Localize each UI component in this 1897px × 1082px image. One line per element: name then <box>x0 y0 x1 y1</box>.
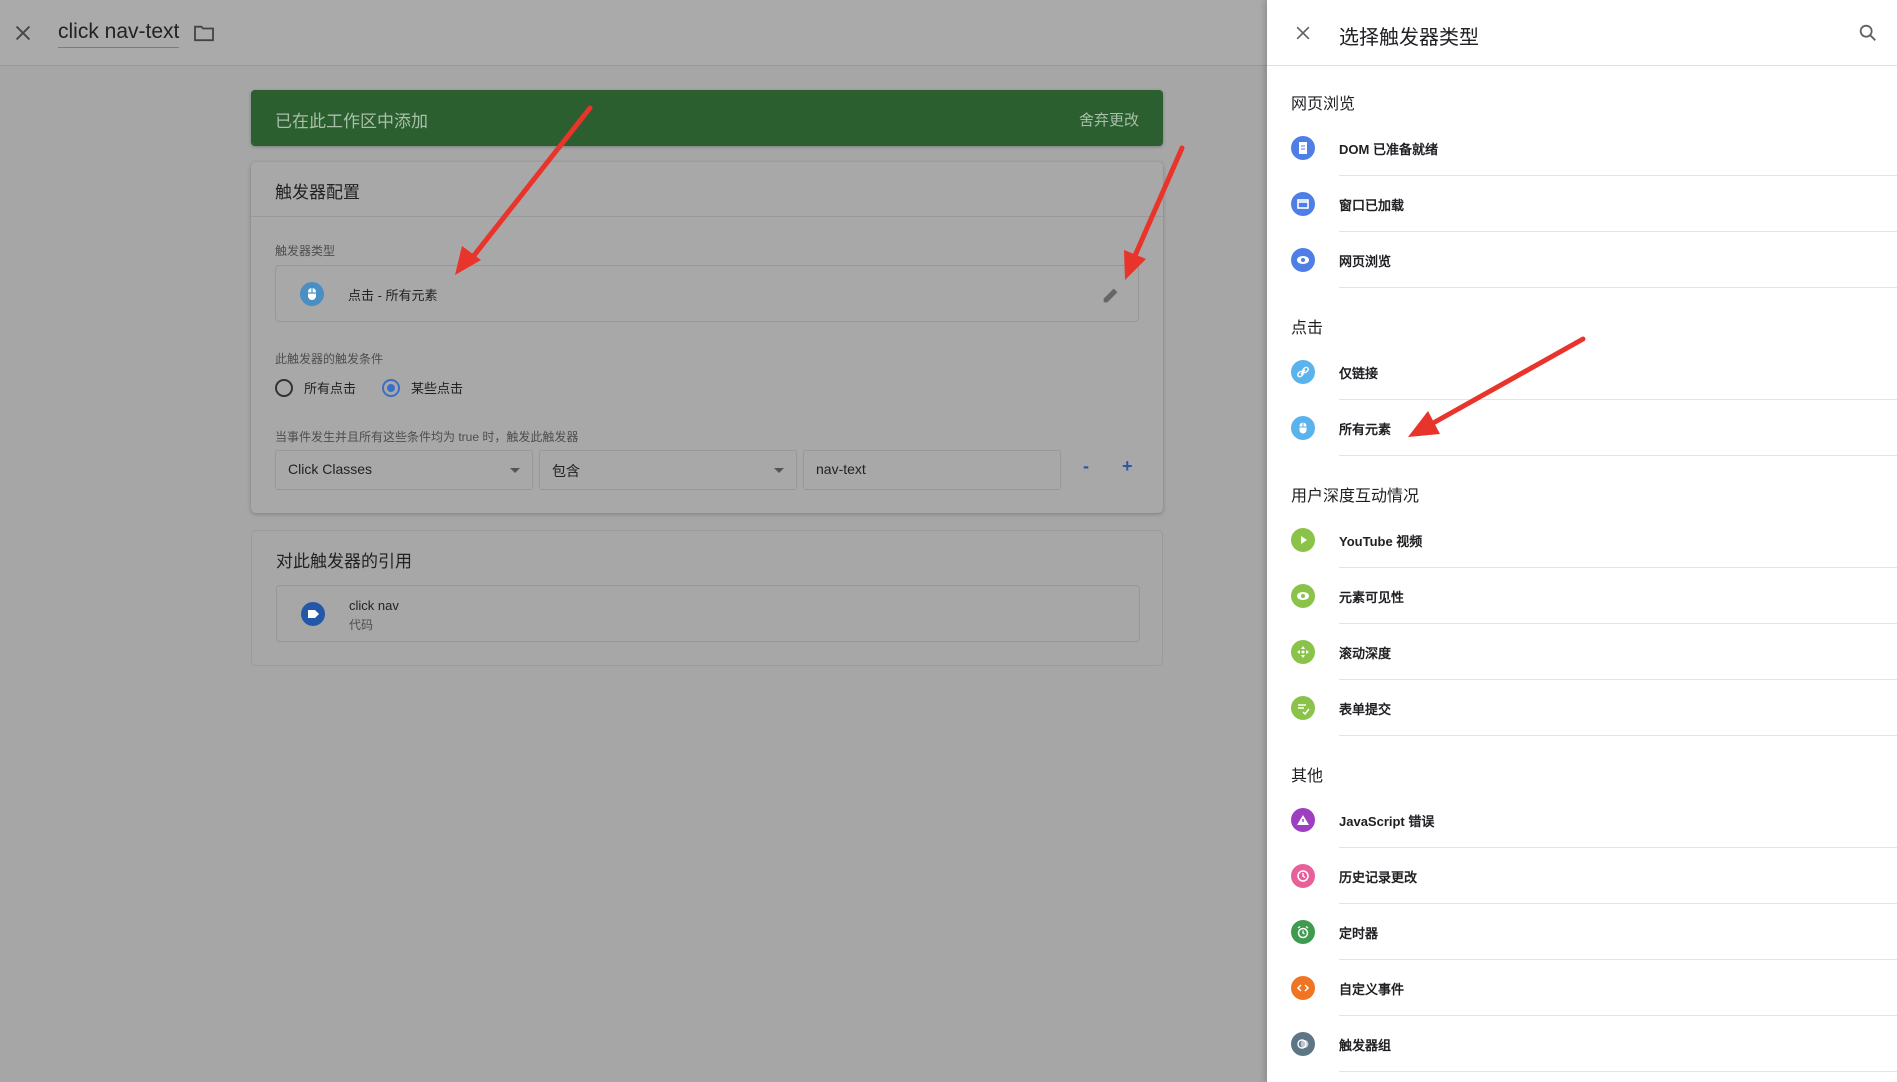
play-icon <box>1291 528 1315 552</box>
dropdown-caret-icon <box>774 468 784 473</box>
eye-icon <box>1291 248 1315 272</box>
trigger-type-timer[interactable]: 定时器 <box>1267 904 1897 960</box>
panel-title: 选择触发器类型 <box>1339 27 1479 49</box>
mouse-icon <box>300 282 324 306</box>
condition-operator-value: 包含 <box>552 463 580 479</box>
warning-icon <box>1291 808 1315 832</box>
item-label: 网页浏览 <box>1339 254 1392 269</box>
folder-icon[interactable] <box>193 24 215 42</box>
trigger-references-card: 对此触发器的引用 click nav 代码 <box>251 530 1163 666</box>
fires-on-radio-group: 所有点击 某些点击 <box>275 378 489 397</box>
window-icon <box>1291 192 1315 216</box>
trigger-config-card: 触发器配置 触发器类型 点击 - 所有元素 此触发器的触发条件 所有点击 某些点… <box>251 162 1163 513</box>
reference-row[interactable]: click nav 代码 <box>276 585 1140 642</box>
group-icon <box>1291 1032 1315 1056</box>
divider <box>251 216 1163 217</box>
timer-icon <box>1291 920 1315 944</box>
document-icon <box>1291 136 1315 160</box>
fires-on-label: 此触发器的触发条件 <box>275 352 384 366</box>
trigger-type-trigger-group[interactable]: 触发器组 <box>1267 1016 1897 1072</box>
divider <box>1339 1071 1897 1072</box>
tag-icon <box>301 602 325 626</box>
trigger-type-dom-ready[interactable]: DOM 已准备就绪 <box>1267 120 1897 176</box>
item-label: 所有元素 <box>1339 422 1392 437</box>
item-label: JavaScript 错误 <box>1339 814 1435 829</box>
condition-label: 当事件发生并且所有这些条件均为 true 时，触发此触发器 <box>275 430 579 444</box>
section-title-pageview: 网页浏览 <box>1291 96 1356 113</box>
item-label: 自定义事件 <box>1339 982 1405 997</box>
search-icon[interactable] <box>1857 22 1879 44</box>
workspace-banner: 已在此工作区中添加 舍弃更改 <box>251 90 1163 146</box>
item-label: 元素可见性 <box>1339 590 1405 605</box>
trigger-type-window-loaded[interactable]: 窗口已加载 <box>1267 176 1897 232</box>
item-label: 滚动深度 <box>1339 646 1392 661</box>
radio-all-clicks-label: 所有点击 <box>304 381 357 396</box>
move-icon <box>1291 640 1315 664</box>
banner-message: 已在此工作区中添加 <box>275 112 428 131</box>
link-icon <box>1291 360 1315 384</box>
references-heading: 对此触发器的引用 <box>276 552 412 571</box>
dropdown-caret-icon <box>510 468 520 473</box>
item-label: 定时器 <box>1339 926 1379 941</box>
trigger-type-just-links[interactable]: 仅链接 <box>1267 344 1897 400</box>
code-icon <box>1291 976 1315 1000</box>
item-label: 窗口已加载 <box>1339 198 1405 213</box>
close-icon[interactable] <box>1293 23 1313 43</box>
section-title-click: 点击 <box>1291 320 1324 337</box>
trigger-type-youtube[interactable]: YouTube 视频 <box>1267 512 1897 568</box>
divider <box>1339 287 1897 288</box>
trigger-type-selector[interactable]: 点击 - 所有元素 <box>275 265 1139 322</box>
mouse-icon <box>1291 416 1315 440</box>
discard-changes-button[interactable]: 舍弃更改 <box>1079 109 1139 130</box>
eye-icon <box>1291 584 1315 608</box>
config-heading: 触发器配置 <box>275 183 360 202</box>
remove-condition-button[interactable]: - <box>1083 456 1089 477</box>
panel-header: 选择触发器类型 <box>1267 0 1897 66</box>
reference-name: click nav <box>349 598 399 613</box>
reference-type: 代码 <box>349 618 374 632</box>
add-condition-button[interactable]: + <box>1122 456 1133 477</box>
close-icon[interactable] <box>12 22 34 44</box>
trigger-name-input[interactable]: click nav-text <box>58 20 180 48</box>
radio-some-clicks[interactable] <box>382 378 401 397</box>
trigger-type-label: 触发器类型 <box>275 244 336 258</box>
divider <box>1339 735 1897 736</box>
condition-variable-select[interactable]: Click Classes <box>275 450 533 490</box>
condition-operator-select[interactable]: 包含 <box>539 450 797 490</box>
trigger-type-value: 点击 - 所有元素 <box>348 288 438 303</box>
trigger-type-element-visibility[interactable]: 元素可见性 <box>1267 568 1897 624</box>
item-label: 仅链接 <box>1339 366 1379 381</box>
trigger-type-scroll-depth[interactable]: 滚动深度 <box>1267 624 1897 680</box>
history-icon <box>1291 864 1315 888</box>
item-label: 历史记录更改 <box>1339 870 1418 885</box>
section-title-other: 其他 <box>1291 768 1324 785</box>
radio-some-clicks-label: 某些点击 <box>411 381 464 396</box>
editor-topbar: click nav-text <box>0 0 1267 66</box>
trigger-type-all-elements[interactable]: 所有元素 <box>1267 400 1897 456</box>
trigger-type-history-change[interactable]: 历史记录更改 <box>1267 848 1897 904</box>
trigger-type-page-view[interactable]: 网页浏览 <box>1267 232 1897 288</box>
radio-all-clicks[interactable] <box>275 378 293 397</box>
condition-value-input[interactable]: nav-text <box>803 450 1061 490</box>
condition-variable-value: Click Classes <box>288 461 373 477</box>
condition-value-text: nav-text <box>816 461 866 477</box>
trigger-type-form-submit[interactable]: 表单提交 <box>1267 680 1897 736</box>
form-icon <box>1291 696 1315 720</box>
item-label: 表单提交 <box>1339 702 1392 717</box>
item-label: DOM 已准备就绪 <box>1339 142 1438 157</box>
trigger-type-custom-event[interactable]: 自定义事件 <box>1267 960 1897 1016</box>
divider <box>1339 455 1897 456</box>
item-label: 触发器组 <box>1339 1038 1392 1053</box>
item-label: YouTube 视频 <box>1339 534 1423 549</box>
edit-pencil-icon[interactable] <box>1100 284 1122 306</box>
section-title-engagement: 用户深度互动情况 <box>1291 488 1420 505</box>
trigger-type-panel: 选择触发器类型 网页浏览 DOM 已准备就绪 窗口已加载 网页浏览 点击 仅链接 <box>1267 0 1897 1082</box>
trigger-type-js-error[interactable]: JavaScript 错误 <box>1267 792 1897 848</box>
